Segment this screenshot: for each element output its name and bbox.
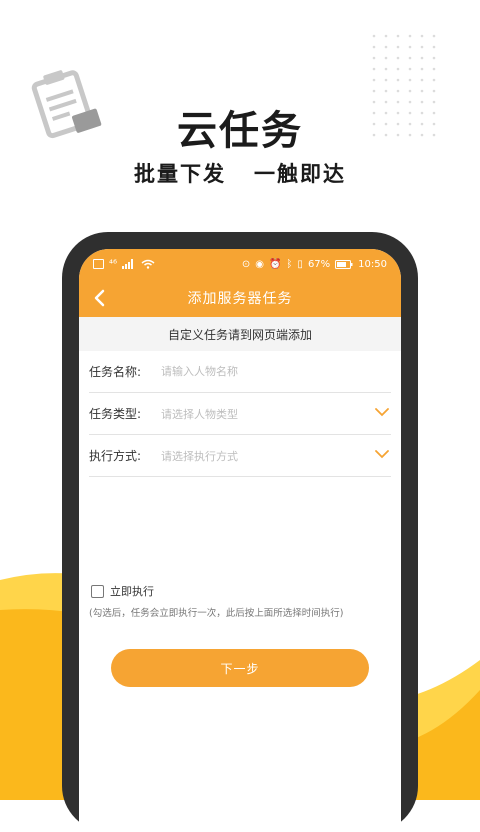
decor-dot [372, 78, 376, 82]
decor-dot [396, 89, 400, 93]
task-type-label: 任务类型: [89, 407, 142, 421]
task-name-row: 任务名称: [89, 351, 391, 393]
decor-dot [408, 56, 412, 60]
decor-dot [384, 34, 388, 38]
task-name-input[interactable] [161, 365, 391, 378]
decor-dot [420, 45, 424, 49]
task-type-row[interactable]: 任务类型: 请选择人物类型 [89, 393, 391, 435]
decor-dot [432, 67, 436, 71]
decor-dot [396, 56, 400, 60]
decor-dot [384, 78, 388, 82]
decor-dot [408, 78, 412, 82]
decor-dot [408, 34, 412, 38]
exec-mode-select[interactable]: 请选择执行方式 [161, 448, 391, 464]
immediate-exec-note: (勾选后，任务会立即执行一次，此后按上面所选择时间执行) [89, 608, 344, 619]
decor-dot [408, 67, 412, 71]
decor-dot [420, 67, 424, 71]
decor-dot [396, 78, 400, 82]
promo-headline: 云任务 [177, 108, 303, 154]
immediate-exec-label: 立即执行 [110, 585, 154, 598]
exec-mode-row[interactable]: 执行方式: 请选择执行方式 [89, 435, 391, 477]
immediate-exec-checkbox[interactable] [91, 584, 104, 598]
phone-screen: ⁴⁶ ⊙ ◉ ⏰ ᛒ ▯ 67% 10:50 添加服务器任务 自定义任务请到网页… [79, 249, 401, 832]
bluetooth-icon: ᛒ [286, 258, 293, 270]
decor-dot [420, 89, 424, 93]
decor-dot [432, 89, 436, 93]
chevron-down-icon[interactable] [375, 449, 389, 459]
decor-dot [432, 56, 436, 60]
nav-bar: 添加服务器任务 [79, 279, 401, 317]
decor-dot [432, 45, 436, 49]
decor-dot [420, 78, 424, 82]
decor-dot [408, 89, 412, 93]
decor-dot [384, 89, 388, 93]
page-title: 添加服务器任务 [187, 291, 293, 307]
decor-dot [432, 78, 436, 82]
decor-dot [384, 56, 388, 60]
sim-icon [93, 259, 104, 269]
headset-icon: ⊙ [241, 258, 251, 270]
chevron-down-icon[interactable] [375, 407, 389, 417]
task-name-label: 任务名称: [89, 365, 142, 379]
decor-dot [396, 45, 400, 49]
decor-dot [384, 67, 388, 71]
network-type: ⁴⁶ [109, 258, 118, 270]
eye-icon: ◉ [255, 258, 264, 270]
task-type-select[interactable]: 请选择人物类型 [161, 406, 391, 422]
decor-dot [396, 67, 400, 71]
decor-dot [384, 45, 388, 49]
battery-icon [335, 259, 353, 269]
hint-bar: 自定义任务请到网页端添加 [79, 317, 401, 351]
decor-dot [420, 34, 424, 38]
decor-dot [372, 56, 376, 60]
decor-dot [372, 45, 376, 49]
decor-dot [372, 67, 376, 71]
exec-mode-label: 执行方式: [89, 449, 142, 463]
back-chevron-icon[interactable] [89, 287, 111, 309]
decor-dot [408, 45, 412, 49]
decor-dot [420, 56, 424, 60]
clock: 10:50 [358, 258, 387, 270]
promo-tagline: 批量下发 一触即达 [134, 162, 346, 186]
vibrate-icon: ▯ [297, 258, 303, 270]
immediate-exec-option[interactable]: 立即执行 [91, 583, 154, 599]
hint-text: 自定义任务请到网页端添加 [167, 327, 312, 342]
alarm-icon: ⏰ [268, 258, 282, 270]
decor-dot [432, 34, 436, 38]
battery-percent: 67% [307, 258, 331, 270]
decor-dot [396, 34, 400, 38]
decor-dot [372, 89, 376, 93]
status-bar: ⁴⁶ ⊙ ◉ ⏰ ᛒ ▯ 67% 10:50 [79, 249, 401, 279]
wifi-icon [141, 259, 155, 269]
signal-icon [122, 259, 134, 269]
decor-dot [372, 34, 376, 38]
phone-mockup: ⁴⁶ ⊙ ◉ ⏰ ᛒ ▯ 67% 10:50 添加服务器任务 自定义任务请到网页… [62, 232, 418, 832]
next-button[interactable]: 下一步 [111, 649, 369, 687]
